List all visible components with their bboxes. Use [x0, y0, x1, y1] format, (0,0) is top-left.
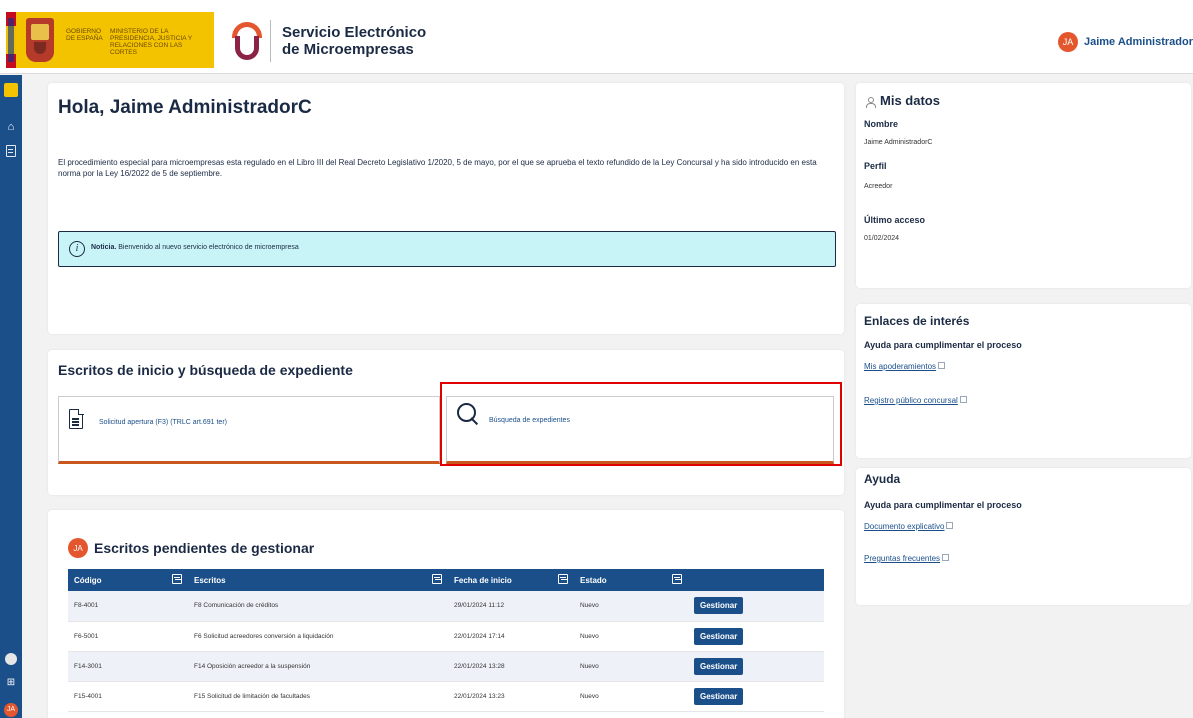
- cell-escrito: F6 Solicitud acreedores conversión a liq…: [188, 621, 448, 652]
- notice-banner: i Noticia. Bienvenido al nuevo servicio …: [58, 231, 836, 267]
- card-title: Enlaces de interés: [864, 314, 970, 328]
- cell-escrito: F8 Comunicación de créditos: [188, 591, 448, 622]
- card-subtitle: Ayuda para cumplimentar el proceso: [864, 340, 1022, 350]
- document-icon: [69, 408, 84, 429]
- filter-icon[interactable]: [672, 574, 682, 584]
- cell-estado: Nuevo: [574, 591, 688, 622]
- cell-codigo: F14-3001: [68, 651, 188, 682]
- government-text: GOBIERNO DE ESPAÑA: [66, 28, 103, 42]
- column-header-accion: [688, 569, 824, 591]
- filter-icon[interactable]: [558, 574, 568, 584]
- brand-title[interactable]: Servicio Electrónico de Microempresas: [282, 24, 426, 58]
- solicitud-apertura-tile[interactable]: Solicitud apertura (F3) (TRLC art.691 te…: [58, 396, 440, 464]
- page-title: Hola, Jaime AdministradorC: [58, 97, 312, 118]
- avatar: JA: [68, 538, 88, 558]
- cell-codigo: F15-4001: [68, 681, 188, 712]
- microempresas-logo-icon: [232, 22, 262, 60]
- gestionar-button[interactable]: Gestionar: [694, 597, 744, 615]
- cell-estado: Nuevo: [574, 681, 688, 712]
- perfil-label: Perfil: [864, 161, 887, 171]
- info-icon: i: [69, 241, 85, 257]
- card-subtitle: Ayuda para cumplimentar el proceso: [864, 500, 1022, 510]
- home-icon[interactable]: ⌂: [5, 121, 17, 133]
- help-icon[interactable]: [5, 653, 17, 665]
- card-title: Ayuda: [864, 472, 901, 486]
- cell-fecha: 29/01/2024 11:12: [448, 591, 574, 622]
- escritos-pendientes-card: JA Escritos pendientes de gestionar Códi…: [48, 510, 844, 718]
- column-header-codigo[interactable]: Código: [68, 569, 188, 591]
- ayuda-card: Ayuda Ayuda para cumplimentar el proceso…: [856, 468, 1191, 605]
- tile-label: Solicitud apertura (F3) (TRLC art.691 te…: [99, 419, 227, 426]
- ministry-text: MINISTERIO DE LA PRESIDENCIA, JUSTICIA Y…: [110, 28, 193, 56]
- cell-escrito: F14 Oposición acreedor a la suspensión: [188, 651, 448, 682]
- preguntas-frecuentes-link[interactable]: Preguntas frecuentes: [864, 554, 950, 563]
- registro-concursal-link[interactable]: Registro público concursal: [864, 396, 967, 405]
- cell-fecha: 22/01/2024 13:23: [448, 681, 574, 712]
- document-icon[interactable]: [6, 145, 16, 157]
- eu-flag-icon: [8, 18, 14, 62]
- apps-grid-icon[interactable]: ⊞: [5, 677, 17, 689]
- highlight-box: [440, 382, 842, 466]
- mis-datos-card: Mis datos Nombre Jaime AdministradorC Pe…: [856, 83, 1191, 288]
- brand-divider: [270, 20, 271, 62]
- user-menu[interactable]: JA Jaime Administrador: [1057, 32, 1193, 52]
- government-logo[interactable]: GOBIERNO DE ESPAÑA MINISTERIO DE LA PRES…: [6, 12, 214, 68]
- nombre-value: Jaime AdministradorC: [864, 139, 933, 146]
- table-row: F6-5001 F6 Solicitud acreedores conversi…: [68, 621, 824, 652]
- gestionar-button[interactable]: Gestionar: [694, 687, 744, 705]
- cell-fecha: 22/01/2024 17:14: [448, 621, 574, 652]
- notice-text: Noticia. Bienvenido al nuevo servicio el…: [91, 244, 299, 251]
- avatar: JA: [1057, 32, 1078, 52]
- header: GOBIERNO DE ESPAÑA MINISTERIO DE LA PRES…: [0, 6, 1193, 74]
- table-row: F15-4001 F15 Solicitud de limitación de …: [68, 681, 824, 712]
- enlaces-card: Enlaces de interés Ayuda para cumpliment…: [856, 304, 1191, 458]
- cell-fecha: 22/01/2024 13:28: [448, 651, 574, 682]
- ultimo-acceso-label: Último acceso: [864, 215, 926, 225]
- section-title: Escritos de inicio y búsqueda de expedie…: [58, 362, 353, 378]
- coat-of-arms-icon: [4, 83, 18, 97]
- section-header: JA Escritos pendientes de gestionar: [68, 538, 314, 558]
- cell-accion: Gestionar: [688, 651, 824, 682]
- gestionar-button[interactable]: Gestionar: [694, 657, 744, 675]
- apoderamientos-link[interactable]: Mis apoderamientos: [864, 362, 946, 371]
- sidebar: ⌂ ⊞ JA: [0, 75, 22, 718]
- cell-codigo: F8-4001: [68, 591, 188, 622]
- cell-estado: Nuevo: [574, 651, 688, 682]
- external-link-icon: [942, 554, 950, 561]
- column-header-estado[interactable]: Estado: [574, 569, 688, 591]
- external-link-icon: [959, 396, 967, 403]
- nombre-label: Nombre: [864, 119, 899, 129]
- intro-text: El procedimiento especial para microempr…: [58, 158, 817, 178]
- gestionar-button[interactable]: Gestionar: [694, 627, 744, 645]
- column-header-fecha[interactable]: Fecha de inicio: [448, 569, 574, 591]
- user-icon: [866, 97, 876, 108]
- coat-of-arms-icon: [26, 18, 54, 62]
- external-link-icon: [938, 362, 946, 369]
- pending-table: Código Escritos Fecha de inicio Estado F…: [68, 569, 824, 712]
- cell-escrito: F15 Solicitud de limitación de facultade…: [188, 681, 448, 712]
- cell-codigo: F6-5001: [68, 621, 188, 652]
- greeting-card: Hola, Jaime AdministradorC El procedimie…: [48, 83, 844, 334]
- filter-icon[interactable]: [172, 574, 182, 584]
- card-title: Mis datos: [880, 93, 940, 108]
- user-name: Jaime Administrador: [1083, 36, 1193, 48]
- ultimo-acceso-value: 01/02/2024: [864, 235, 900, 242]
- cell-accion: Gestionar: [688, 591, 824, 622]
- filter-icon[interactable]: [432, 574, 442, 584]
- table-row: F8-4001 F8 Comunicación de créditos 29/0…: [68, 591, 824, 622]
- documento-explicativo-link[interactable]: Documento explicativo: [864, 522, 954, 531]
- external-link-icon: [946, 522, 954, 529]
- table-row: F14-3001 F14 Oposición acreedor a la sus…: [68, 651, 824, 682]
- user-avatar-icon[interactable]: JA: [4, 703, 18, 717]
- section-title: Escritos pendientes de gestionar: [94, 540, 315, 556]
- column-header-escritos[interactable]: Escritos: [188, 569, 448, 591]
- perfil-value: Acreedor: [864, 183, 893, 190]
- cell-estado: Nuevo: [574, 621, 688, 652]
- cell-accion: Gestionar: [688, 681, 824, 712]
- cell-accion: Gestionar: [688, 621, 824, 652]
